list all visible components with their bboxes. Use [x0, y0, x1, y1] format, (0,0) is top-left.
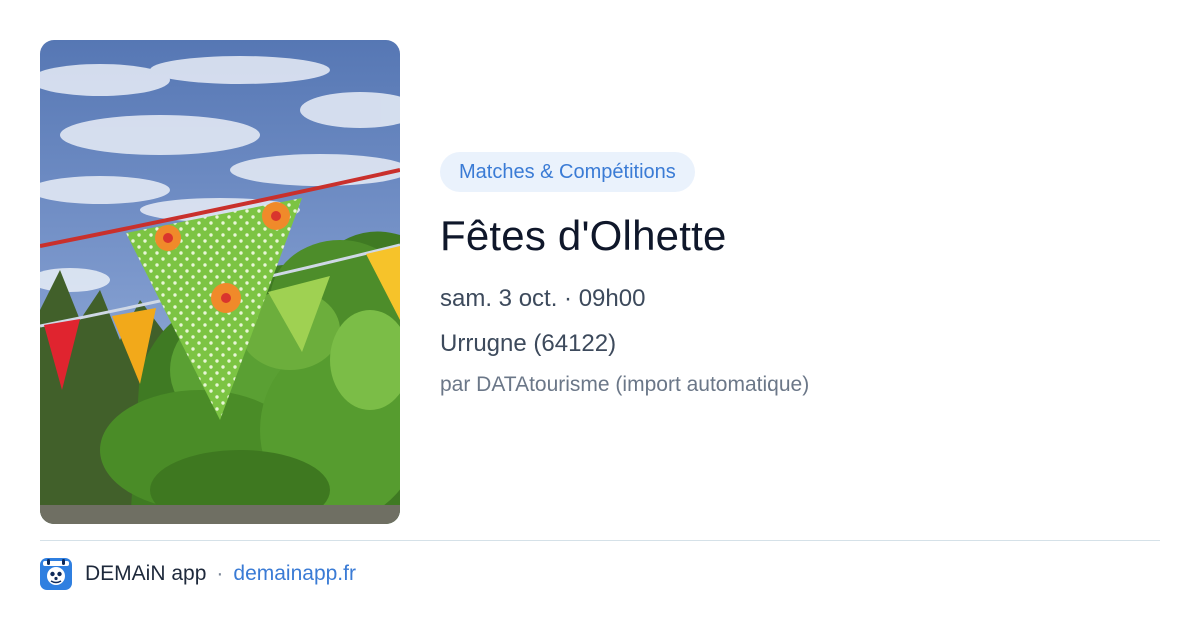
event-datetime: sam. 3 oct. · 09h00 — [440, 285, 646, 312]
footer-separator: · — [216, 562, 224, 585]
bunting-photo — [40, 40, 400, 524]
app-url-link[interactable]: demainapp.fr — [233, 562, 356, 586]
event-title: Fêtes d'Olhette — [440, 212, 727, 259]
footer-divider — [40, 540, 1160, 541]
event-image — [40, 40, 400, 524]
app-name: DEMAiN app — [85, 562, 207, 585]
event-info: Matches & Compétitions Fêtes d'Olhette s… — [440, 152, 1160, 399]
event-source: par DATAtourisme (import automatique) — [440, 373, 810, 396]
category-badge[interactable]: Matches & Compétitions — [440, 152, 695, 192]
footer: DEMAiN app · demainapp.fr — [40, 558, 356, 590]
demain-app-logo-icon — [40, 558, 72, 590]
share-card: Matches & Compétitions Fêtes d'Olhette s… — [0, 0, 1200, 630]
event-location: Urrugne (64122) — [440, 330, 617, 357]
